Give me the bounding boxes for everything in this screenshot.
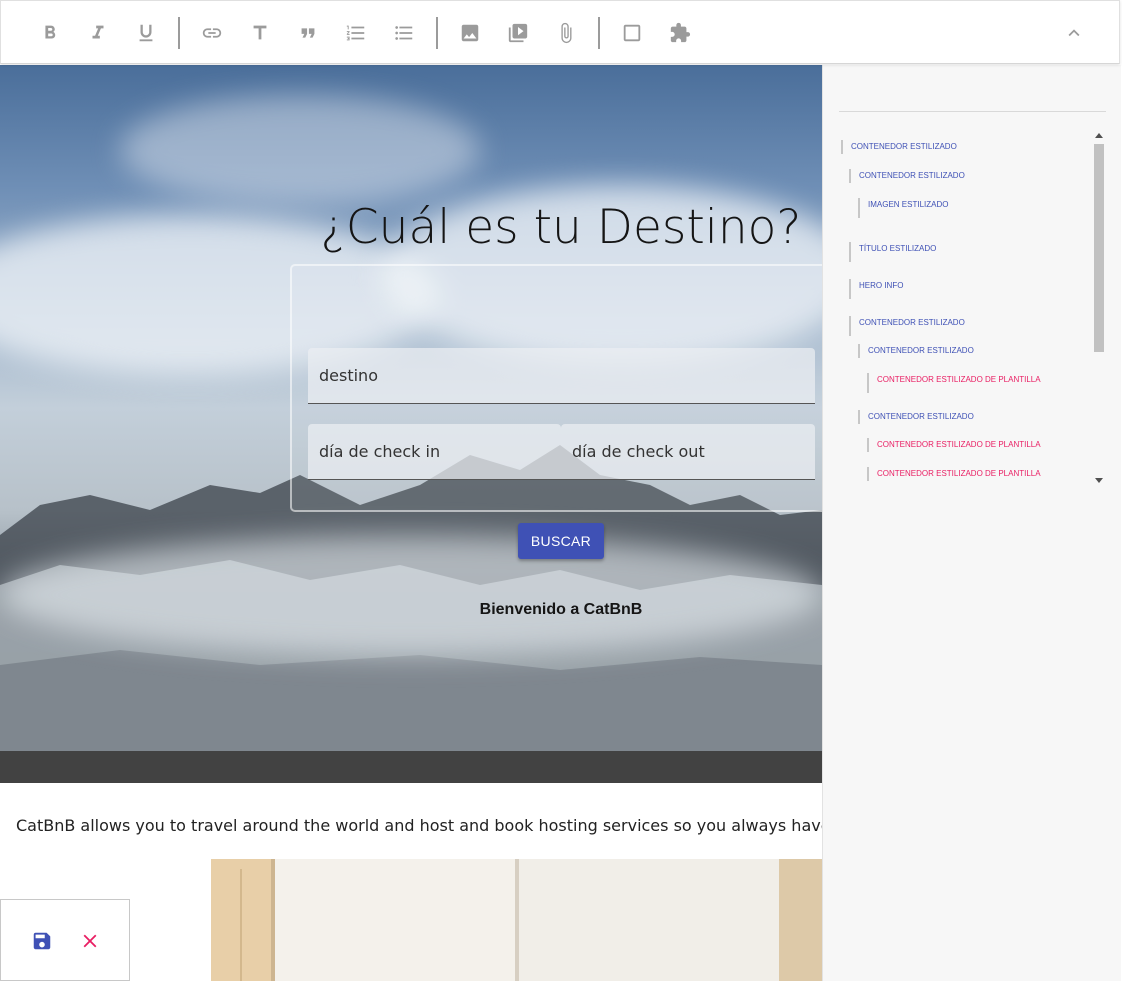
destination-input[interactable]: destino <box>308 348 815 404</box>
description-text: CatBnB allows you to travel around the w… <box>16 816 822 835</box>
tree-item[interactable]: IMAGEN ESTILIZADO <box>858 198 948 218</box>
scroll-up-icon[interactable] <box>1095 133 1103 138</box>
toolbar-divider <box>178 17 180 49</box>
tree-item[interactable]: CONTENEDOR ESTILIZADO <box>858 344 974 358</box>
tree-item[interactable]: CONTENEDOR ESTILIZADO <box>841 140 957 154</box>
collapse-icon[interactable] <box>1058 17 1090 49</box>
room-image-graphic <box>211 859 822 981</box>
title-icon[interactable] <box>244 17 276 49</box>
component-tree: CONTENEDOR ESTILIZADO CONTENEDOR ESTILIZ… <box>839 130 1091 486</box>
hero-title: ¿Cuál es tu Destino? <box>320 200 802 255</box>
close-icon[interactable] <box>79 930 101 952</box>
welcome-text: Bienvenido a CatBnB <box>479 601 643 618</box>
tree-item[interactable]: CONTENEDOR ESTILIZADO DE PLANTILLA <box>867 467 1041 481</box>
bulleted-list-icon[interactable] <box>388 17 420 49</box>
tree-item[interactable]: CONTENEDOR ESTILIZADO DE PLANTILLA <box>867 373 1041 393</box>
tree-item[interactable]: TÍTULO ESTILIZADO <box>849 242 936 262</box>
tree-item[interactable]: CONTENEDOR ESTILIZADO <box>849 169 965 183</box>
italic-icon[interactable] <box>82 17 114 49</box>
extension-icon[interactable] <box>664 17 696 49</box>
editor-toolbar <box>0 0 1120 64</box>
underline-icon[interactable] <box>130 17 162 49</box>
room-image <box>211 859 822 981</box>
checkout-placeholder: día de check out <box>572 442 705 461</box>
attachment-icon[interactable] <box>550 17 582 49</box>
numbered-list-icon[interactable] <box>340 17 372 49</box>
section-divider-band <box>0 751 822 783</box>
tree-item[interactable]: CONTENEDOR ESTILIZADO <box>858 410 974 424</box>
tree-item[interactable]: HERO INFO <box>849 279 903 299</box>
tree-scrollbar[interactable] <box>1093 130 1106 486</box>
quote-icon[interactable] <box>292 17 324 49</box>
tree-item[interactable]: CONTENEDOR ESTILIZADO <box>849 316 965 336</box>
checkin-placeholder: día de check in <box>319 442 441 461</box>
image-icon[interactable] <box>454 17 486 49</box>
scroll-thumb[interactable] <box>1094 144 1104 352</box>
layers-panel: CONTENEDOR ESTILIZADO CONTENEDOR ESTILIZ… <box>822 65 1121 981</box>
video-icon[interactable] <box>502 17 534 49</box>
checkin-date-input[interactable]: día de check in <box>308 424 561 480</box>
bold-icon[interactable] <box>34 17 66 49</box>
link-icon[interactable] <box>196 17 228 49</box>
scroll-down-icon[interactable] <box>1095 478 1103 483</box>
tree-item[interactable]: CONTENEDOR ESTILIZADO DE PLANTILLA <box>867 438 1041 452</box>
save-icon[interactable] <box>31 930 53 952</box>
destination-placeholder: destino <box>319 366 378 385</box>
toolbar-divider <box>436 17 438 49</box>
panel-divider <box>839 111 1106 112</box>
edit-actions-box <box>0 899 130 981</box>
box-icon[interactable] <box>616 17 648 49</box>
toolbar-divider <box>598 17 600 49</box>
checkout-date-input[interactable]: día de check out <box>561 424 815 480</box>
search-button[interactable]: BUSCAR <box>518 523 604 559</box>
